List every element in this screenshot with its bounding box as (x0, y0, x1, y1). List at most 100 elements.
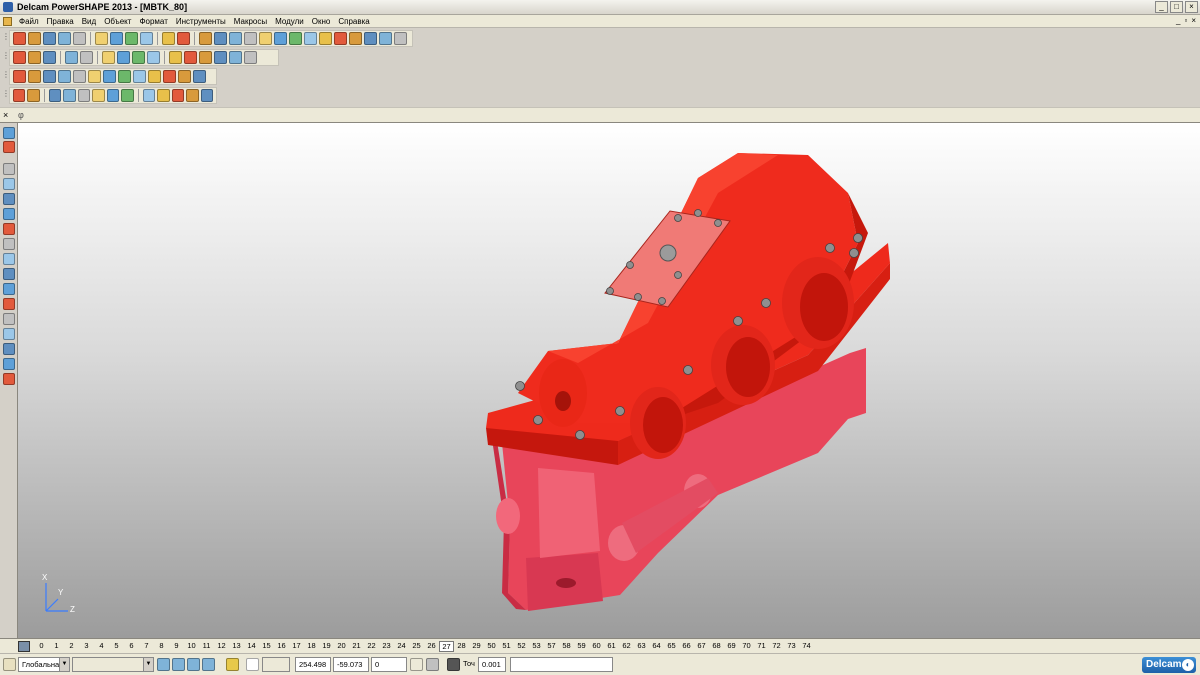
lighting-icon[interactable] (229, 51, 242, 64)
level-number[interactable]: 4 (94, 641, 109, 652)
dimension-icon[interactable] (364, 32, 377, 45)
wireframe-mode-icon[interactable] (13, 89, 26, 102)
chevron-down-icon[interactable]: ▼ (59, 658, 69, 671)
import-icon[interactable] (73, 32, 86, 45)
level-number[interactable]: 73 (784, 641, 799, 652)
text-icon[interactable] (379, 32, 392, 45)
level-number[interactable]: 70 (739, 641, 754, 652)
grid-icon[interactable] (246, 658, 259, 671)
toolbar-grip[interactable]: ⋮ (2, 70, 10, 82)
undo-icon[interactable] (162, 32, 175, 45)
level-number[interactable]: 7 (139, 641, 154, 652)
surface-tool-icon[interactable] (58, 70, 71, 83)
new-model-icon[interactable] (13, 32, 26, 45)
level-number[interactable]: 60 (589, 641, 604, 652)
wireframe-icon[interactable] (304, 32, 317, 45)
minimize-button[interactable]: _ (1155, 1, 1168, 13)
level-number[interactable]: 29 (469, 641, 484, 652)
level-number[interactable]: 68 (709, 641, 724, 652)
arc-icon[interactable] (229, 32, 242, 45)
level-number[interactable]: 71 (754, 641, 769, 652)
grid-spacing-field[interactable] (262, 657, 290, 672)
input-mode-icon[interactable] (410, 658, 423, 671)
menu-item[interactable]: Окно (308, 17, 335, 26)
graphics-viewport[interactable]: X Y Z (18, 123, 1200, 638)
level-number[interactable]: 65 (664, 641, 679, 652)
coord-x-field[interactable]: 254.498 (295, 657, 331, 672)
level-number[interactable]: 74 (799, 641, 814, 652)
level-number[interactable]: 72 (769, 641, 784, 652)
surface-icon[interactable] (274, 32, 287, 45)
sphere-icon[interactable] (88, 70, 101, 83)
print-icon[interactable] (58, 32, 71, 45)
toolbar-grip[interactable]: ⋮ (2, 51, 10, 63)
menu-item[interactable]: Правка (43, 17, 78, 26)
zoom-all-icon[interactable] (132, 51, 145, 64)
level-number[interactable]: 1 (49, 641, 64, 652)
surface-tool-icon[interactable] (3, 298, 15, 310)
hand-icon[interactable] (244, 51, 257, 64)
delete-icon[interactable] (140, 32, 153, 45)
solid-edit-icon[interactable] (48, 89, 62, 102)
select-icon[interactable] (199, 32, 212, 45)
tolerance-icon[interactable] (447, 658, 460, 671)
view-iso2-icon[interactable] (80, 51, 93, 64)
level-number[interactable]: 5 (109, 641, 124, 652)
measure-icon[interactable] (349, 32, 362, 45)
level-number[interactable]: 18 (304, 641, 319, 652)
boolean-icon[interactable] (63, 89, 76, 102)
close-button[interactable]: × (1185, 1, 1198, 13)
arc-tool-icon[interactable] (3, 253, 15, 265)
select-arrow-icon[interactable] (3, 127, 15, 139)
level-number[interactable]: 9 (169, 641, 184, 652)
document-icon[interactable] (3, 17, 12, 26)
level-number[interactable]: 64 (649, 641, 664, 652)
level-number[interactable]: 69 (724, 641, 739, 652)
level-number[interactable]: 2 (64, 641, 79, 652)
electrode-tool-icon[interactable] (3, 358, 15, 370)
cylinder-icon[interactable] (133, 70, 146, 83)
menu-item[interactable]: Файл (15, 17, 43, 26)
workplane-icon[interactable] (394, 32, 407, 45)
line-tool-icon[interactable] (3, 238, 15, 250)
object-icon[interactable] (28, 70, 41, 83)
level-number[interactable]: 63 (634, 641, 649, 652)
level-number[interactable]: 23 (379, 641, 394, 652)
workplane-dropdown[interactable]: Глобальна ▼ (18, 657, 70, 672)
level-number[interactable]: 25 (409, 641, 424, 652)
shaded-view-icon[interactable] (172, 658, 185, 671)
mdi-restore-button[interactable]: ▫ (1184, 16, 1187, 25)
mirror-icon[interactable] (157, 89, 170, 102)
colour-icon[interactable] (214, 51, 227, 64)
level-number[interactable]: 24 (394, 641, 409, 652)
level-number[interactable]: 19 (319, 641, 334, 652)
level-number[interactable]: 27 (439, 640, 454, 652)
solid-icon[interactable] (289, 32, 302, 45)
feature-tool-icon[interactable] (3, 328, 15, 340)
level-number[interactable]: 62 (619, 641, 634, 652)
view-mode-icon[interactable] (202, 658, 215, 671)
app-icon[interactable] (3, 2, 13, 12)
rotate-icon[interactable] (184, 51, 197, 64)
cone-icon[interactable] (103, 70, 116, 83)
level-number[interactable]: 50 (484, 641, 499, 652)
coord-y-field[interactable]: -59.073 (333, 657, 369, 672)
coord-z-field[interactable]: 0 (371, 657, 407, 672)
level-number[interactable]: 17 (289, 641, 304, 652)
save-icon[interactable] (43, 32, 56, 45)
mdi-close-button[interactable]: × (1191, 16, 1196, 25)
blend-icon[interactable] (200, 89, 213, 102)
menu-item[interactable]: Модули (271, 17, 308, 26)
pan-icon[interactable] (169, 51, 182, 64)
info-icon[interactable] (178, 70, 191, 83)
level-number[interactable]: 22 (364, 641, 379, 652)
curve-icon[interactable] (259, 32, 272, 45)
copy-icon[interactable] (110, 32, 123, 45)
workplane-tool-icon[interactable] (3, 223, 15, 235)
level-number[interactable]: 8 (154, 641, 169, 652)
draft-icon[interactable] (121, 89, 134, 102)
level-number[interactable]: 16 (274, 641, 289, 652)
mdi-minimize-button[interactable]: _ (1176, 16, 1180, 25)
toolbar-grip[interactable]: ⋮ (2, 32, 10, 44)
level-number[interactable]: 13 (229, 641, 244, 652)
